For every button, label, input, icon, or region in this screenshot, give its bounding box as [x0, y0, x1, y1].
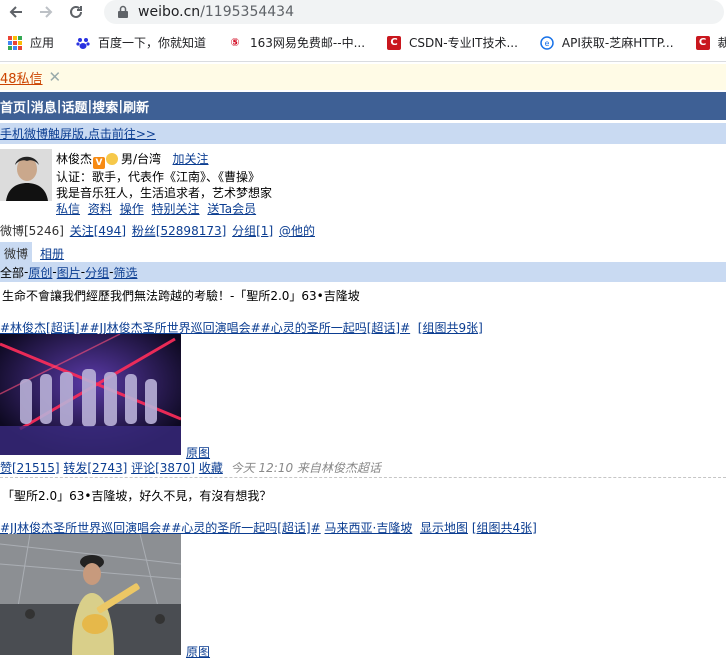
bookmark-csdn-2[interactable]: C 裁判 [695, 34, 726, 51]
profile-info-link[interactable]: 资料 [88, 202, 112, 216]
netease-163-icon: ⑤ [230, 36, 240, 49]
lock-icon [118, 5, 128, 18]
bookmark-csdn[interactable]: C CSDN-专业IT技术... [387, 34, 518, 51]
bookmark-label: 163网易免费邮--中... [250, 36, 366, 50]
member-badge-icon [106, 153, 119, 165]
tab-album[interactable]: 相册 [32, 242, 72, 262]
apps-grid-icon [8, 35, 22, 50]
operations-link[interactable]: 操作 [120, 202, 144, 216]
profile-card: 林俊杰 V 男/台湾 加关注 认证：歌手，代表作《江南》、《曹操》 我是音乐狂人，生… [0, 149, 726, 219]
filter-bar: 全部 - 原创 - 图片 - 分组 - 筛选 [0, 262, 726, 282]
post-1-topic-links[interactable]: #林俊杰[超话]##JJ林俊杰圣所世界巡回演唱会##心灵的圣所一起吗[超话]# [0, 321, 410, 335]
bookmark-apps[interactable]: 应用 [8, 34, 54, 51]
post-2-location-link[interactable]: 马来西亚·吉隆坡 [325, 521, 413, 535]
bookmark-label: API获取-芝麻HTTP... [561, 36, 674, 50]
close-icon[interactable]: ✕ [49, 68, 62, 86]
nav-topics[interactable]: 话题 [62, 97, 88, 116]
forward-button[interactable] [36, 2, 56, 22]
verify-text: 认证：歌手，代表作《江南》、《曹操》 [56, 170, 261, 184]
reload-button[interactable] [66, 2, 86, 22]
group-link[interactable]: 分组[1] [232, 224, 273, 238]
follows-link[interactable]: 关注[494] [70, 224, 126, 238]
verified-badge-icon: V [93, 157, 106, 169]
url-path: /1195354434 [200, 4, 294, 20]
profile-name-row: 林俊杰 V 男/台湾 加关注 [56, 151, 272, 169]
post-1-time: 今天 12:10 来自林俊杰超话 [230, 461, 381, 475]
touch-version-bar: 手机微博触屏版,点击前往>> [0, 123, 726, 144]
profile-info: 林俊杰 V 男/台湾 加关注 认证：歌手，代表作《江南》、《曹操》 我是音乐狂人，生… [56, 151, 272, 217]
avatar-portrait-icon [0, 149, 52, 201]
bookmark-163[interactable]: ⑤ 163网易免费邮--中... [228, 34, 365, 51]
top-nav: 首页 | 消息 | 话题 | 搜索 | 刷新 [0, 92, 726, 120]
filter-original[interactable]: 原创 [28, 264, 52, 281]
post-2-image[interactable] [0, 534, 181, 655]
message-notice: 48私信 ✕ [0, 64, 726, 90]
special-follow-link[interactable]: 特别关注 [152, 202, 200, 216]
post-2-show-map-link[interactable]: 显示地图 [420, 521, 468, 535]
back-button[interactable] [6, 2, 26, 22]
bookmark-label: CSDN-专业IT技术... [409, 36, 518, 50]
filter-all: 全部 [0, 265, 25, 280]
forward-arrow-icon [40, 6, 53, 18]
bookmarks-bar: 应用 百度一下，你就知道 ⑤ 163网易免费邮--中... C CSDN-专业I… [0, 24, 726, 62]
svg-text:e: e [544, 39, 549, 48]
post-1-group-images-link[interactable]: [组图共9张] [418, 321, 483, 335]
filter-screen[interactable]: 筛选 [113, 264, 137, 281]
profile-actions: 私信 资料 操作 特别关注 送Ta会员 [56, 201, 272, 217]
nav-messages[interactable]: 消息 [31, 97, 57, 116]
guitarist-photo-image [0, 534, 181, 655]
like-link[interactable]: 赞[21515] [0, 461, 60, 475]
profile-name: 林俊杰 [56, 152, 93, 166]
at-him-link[interactable]: @他的 [279, 224, 315, 238]
bio-text: 我是音乐狂人，生活追求者，艺术梦想家 [56, 186, 273, 200]
weibo-count: 微博[5246] [0, 224, 64, 238]
nav-refresh[interactable]: 刷新 [123, 97, 149, 116]
private-messages-link[interactable]: 48私信 [0, 68, 43, 87]
fans-link[interactable]: 粉丝[52898173] [132, 224, 226, 238]
bookmark-api[interactable]: e API获取-芝麻HTTP... [540, 34, 674, 51]
comment-link[interactable]: 评论[3870] [131, 461, 195, 475]
address-bar[interactable]: weibo.cn/1195354434 [104, 0, 724, 24]
touch-version-link[interactable]: 手机微博触屏版,点击前往>> [0, 125, 156, 142]
post-2-original-image-link[interactable]: 原图 [186, 643, 210, 660]
csdn-icon: C [387, 35, 402, 50]
api-icon: e [540, 35, 554, 50]
content-tabs: 微博 相册 [0, 242, 72, 262]
bookmark-label: 百度一下，你就知道 [98, 36, 207, 50]
private-message-link[interactable]: 私信 [56, 202, 80, 216]
bookmark-label: 应用 [30, 36, 55, 50]
post-1-image[interactable] [0, 334, 181, 455]
avatar[interactable] [0, 149, 52, 201]
concert-stage-image [0, 334, 181, 455]
repost-link[interactable]: 转发[2743] [63, 461, 127, 475]
browser-toolbar: weibo.cn/1195354434 [0, 0, 726, 24]
bookmark-baidu[interactable]: 百度一下，你就知道 [76, 34, 206, 51]
post-1-text: 生命不會讓我們經歷我們無法跨越的考驗！-「聖所2.0」63•吉隆坡 [2, 289, 360, 303]
reload-icon [70, 5, 82, 18]
nav-home[interactable]: 首页 [0, 97, 26, 116]
post-2-topic-links[interactable]: #JJ林俊杰圣所世界巡回演唱会##心灵的圣所一起吗[超话]# [0, 521, 321, 535]
tab-weibo[interactable]: 微博 [0, 242, 33, 262]
post-divider [0, 477, 726, 478]
follow-link[interactable]: 加关注 [173, 152, 209, 166]
url-host: weibo.cn [138, 4, 201, 20]
post-2-group-images-link[interactable]: [组图共4张] [472, 521, 537, 535]
gender-location: 男/台湾 [121, 152, 162, 166]
post-2-text: 「聖所2.0」63•吉隆坡，好久不見，有沒有想我？ [2, 489, 272, 503]
back-arrow-icon [9, 6, 22, 18]
profile-stats: 微博[5246] 关注[494] 粉丝[52898173] 分组[1] @他的 [0, 222, 315, 239]
nav-search[interactable]: 搜索 [92, 97, 118, 116]
filter-group[interactable]: 分组 [85, 264, 109, 281]
filter-images[interactable]: 图片 [57, 264, 81, 281]
post-1-actions: 赞[21515] 转发[2743] 评论[3870] 收藏 今天 12:10 来… [0, 459, 381, 476]
collect-link[interactable]: 收藏 [199, 461, 223, 475]
csdn-icon: C [695, 35, 710, 50]
baidu-paw-icon [76, 37, 90, 49]
gift-vip-link[interactable]: 送Ta会员 [207, 202, 256, 216]
bookmark-label: 裁判 [718, 34, 726, 51]
